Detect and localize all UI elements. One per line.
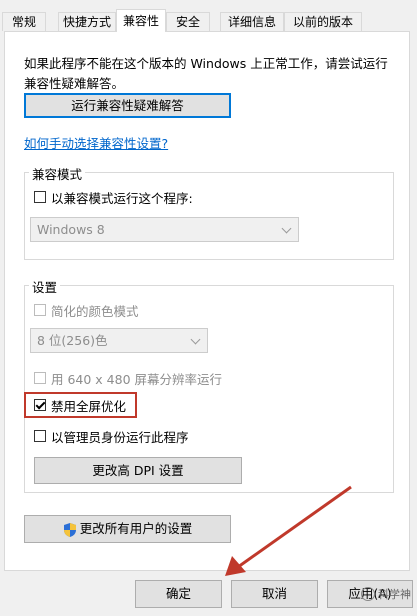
color-depth-select: 8 位(256)色: [30, 328, 208, 353]
tab-bar: 常规 快捷方式 兼容性 安全 详细信息 以前的版本: [2, 0, 415, 32]
cancel-button[interactable]: 取消: [231, 580, 318, 608]
change-high-dpi-button[interactable]: 更改高 DPI 设置: [34, 457, 242, 484]
compat-mode-group: [24, 172, 394, 260]
os-version-select[interactable]: Windows 8: [30, 217, 299, 242]
settings-title: 设置: [29, 277, 61, 296]
run-troubleshooter-button[interactable]: 运行兼容性疑难解答: [24, 93, 231, 118]
watermark: 科学神: [361, 586, 411, 602]
tab-shortcut[interactable]: 快捷方式: [58, 12, 116, 31]
reduced-color-label: 简化的颜色模式: [51, 303, 139, 319]
change-all-users-label: 更改所有用户的设置: [79, 521, 193, 536]
compatibility-description: 如果此程序不能在这个版本的 Windows 上正常工作，请尝试运行兼容性疑难解答…: [24, 56, 388, 91]
ok-button[interactable]: 确定: [135, 580, 222, 608]
reduced-color-checkbox: [34, 304, 46, 316]
reduced-color-row: 简化的颜色模式: [34, 302, 139, 319]
os-version-value: Windows 8: [37, 222, 105, 237]
run-as-admin-label: 以管理员身份运行此程序: [51, 429, 189, 445]
change-all-users-button[interactable]: 更改所有用户的设置: [24, 515, 231, 543]
res-640-checkbox: [34, 372, 46, 384]
res-640-row: 用 640 x 480 屏幕分辨率运行: [34, 370, 223, 387]
run-as-admin-row[interactable]: 以管理员身份运行此程序: [34, 428, 189, 445]
tab-compatibility[interactable]: 兼容性: [116, 9, 166, 32]
uac-shield-icon: [63, 522, 76, 537]
watermark-text: 科学神: [378, 588, 411, 601]
compat-mode-checkbox-row[interactable]: 以兼容模式运行这个程序:: [34, 189, 193, 206]
compat-mode-checkbox-label: 以兼容模式运行这个程序:: [51, 190, 193, 206]
watermark-icon: [361, 587, 375, 601]
disable-fullscreen-label: 禁用全屏优化: [51, 398, 127, 414]
tab-general[interactable]: 常规: [2, 12, 46, 31]
tab-details[interactable]: 详细信息: [220, 12, 284, 31]
run-as-admin-checkbox[interactable]: [34, 430, 46, 442]
manual-settings-link[interactable]: 如何手动选择兼容性设置?: [24, 133, 168, 152]
compat-mode-title: 兼容模式: [29, 164, 86, 183]
tab-previous-versions[interactable]: 以前的版本: [284, 12, 362, 31]
res-640-label: 用 640 x 480 屏幕分辨率运行: [51, 371, 223, 387]
chevron-down-icon: [281, 223, 292, 234]
chevron-down-icon: [190, 334, 201, 345]
disable-fullscreen-checkbox[interactable]: [34, 399, 46, 411]
disable-fullscreen-row[interactable]: 禁用全屏优化: [34, 397, 127, 414]
color-depth-value: 8 位(256)色: [37, 333, 108, 348]
tab-security[interactable]: 安全: [166, 12, 210, 31]
compat-mode-checkbox[interactable]: [34, 191, 46, 203]
